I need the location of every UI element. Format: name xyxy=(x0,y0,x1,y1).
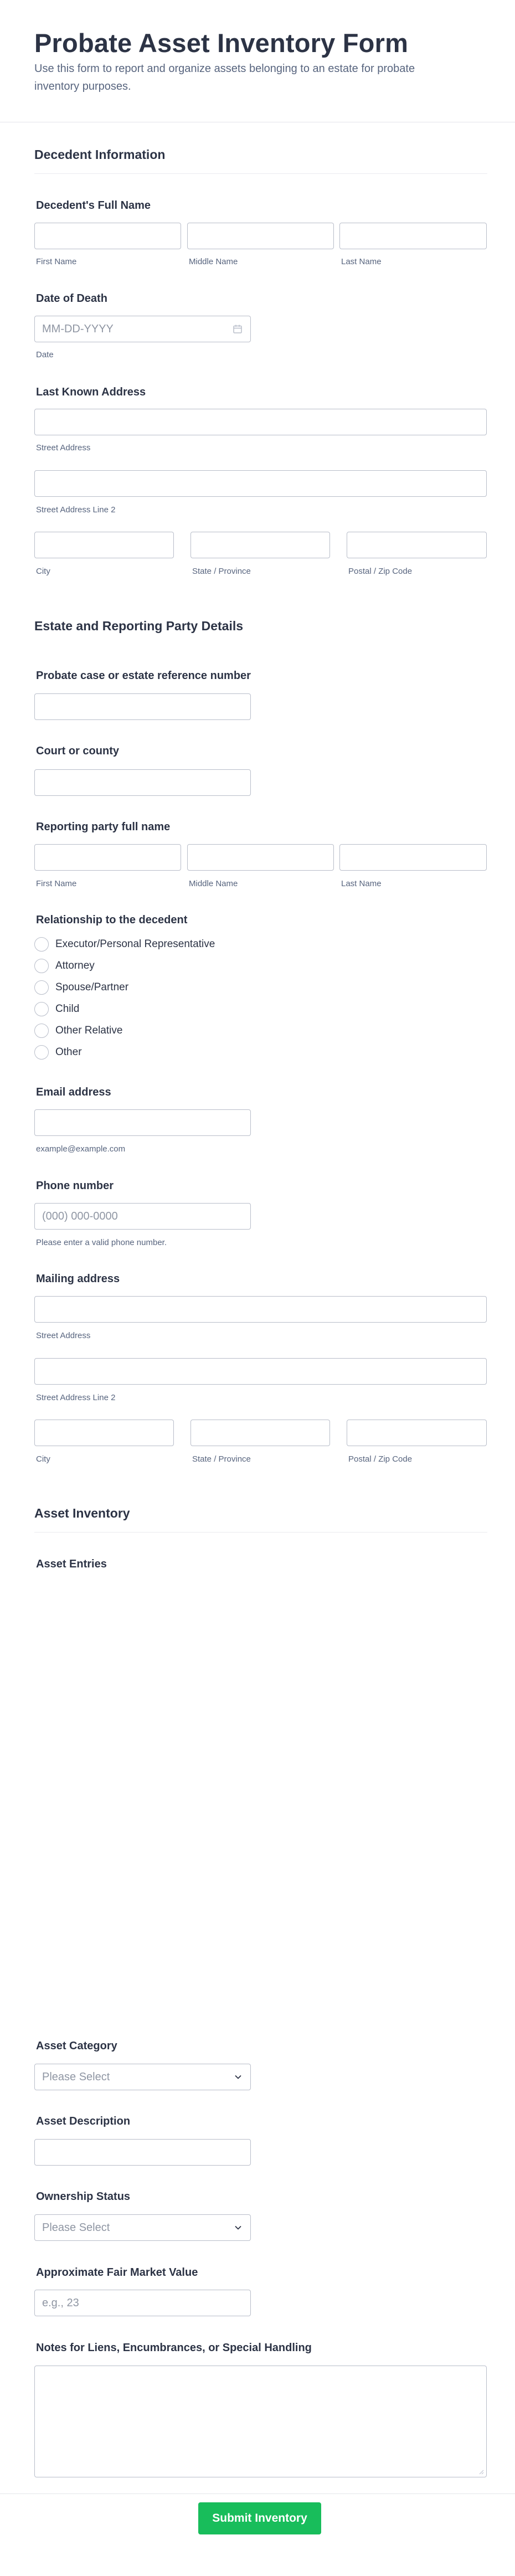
party-first-name-sublabel: First Name xyxy=(36,879,77,888)
mailing-street2-input[interactable] xyxy=(34,1358,487,1385)
radio-label: Attorney xyxy=(55,960,95,971)
market-value-placeholder: e.g., 23 xyxy=(42,2297,79,2309)
zip-sublabel: Postal / Zip Code xyxy=(348,567,413,576)
mailing-state-input[interactable] xyxy=(190,1420,330,1446)
party-middle-name-input[interactable] xyxy=(187,844,334,871)
phone-placeholder: (000) 000-0000 xyxy=(42,1210,118,1222)
phone-sublabel: Please enter a valid phone number. xyxy=(36,1238,167,1247)
decedent-street2-input[interactable] xyxy=(34,470,487,497)
asset-description-input[interactable] xyxy=(34,2139,251,2166)
radio-label: Spouse/Partner xyxy=(55,981,129,993)
asset-category-select[interactable]: Please Select xyxy=(34,2064,251,2090)
case-number-input[interactable] xyxy=(34,693,251,720)
decedent-first-name-input[interactable] xyxy=(34,223,181,249)
form-title: Probate Asset Inventory Form xyxy=(34,28,409,58)
party-middle-name-sublabel: Middle Name xyxy=(189,879,238,888)
street2-sublabel: Street Address Line 2 xyxy=(36,505,116,515)
ownership-status-select[interactable]: Please Select xyxy=(34,2214,251,2241)
asset-entries-area xyxy=(34,1578,487,2022)
decedent-zip-input[interactable] xyxy=(347,532,487,558)
submit-inventory-button[interactable]: Submit Inventory xyxy=(198,2502,321,2534)
date-sublabel: Date xyxy=(36,350,54,359)
state-sublabel: State / Province xyxy=(192,567,251,576)
party-last-name-sublabel: Last Name xyxy=(341,879,382,888)
city-sublabel: City xyxy=(36,567,50,576)
asset-category-value: Please Select xyxy=(42,2071,110,2083)
radio-label: Executor/Personal Representative xyxy=(55,938,215,950)
decedent-street-input[interactable] xyxy=(34,409,487,435)
section-divider xyxy=(34,1532,487,1533)
notes-label: Notes for Liens, Encumbrances, or Specia… xyxy=(36,2342,312,2354)
mailing-zip-sublabel: Postal / Zip Code xyxy=(348,1454,413,1464)
market-value-input[interactable]: e.g., 23 xyxy=(34,2290,251,2316)
mailing-street-input[interactable] xyxy=(34,1296,487,1323)
case-number-label: Probate case or estate reference number xyxy=(36,670,251,682)
section-title-assets: Asset Inventory xyxy=(34,1506,130,1520)
reporting-party-label: Reporting party full name xyxy=(36,821,171,833)
date-of-death-input[interactable]: MM-DD-YYYY xyxy=(34,316,251,342)
decedent-city-input[interactable] xyxy=(34,532,174,558)
phone-input[interactable]: (000) 000-0000 xyxy=(34,1203,251,1230)
asset-category-label: Asset Category xyxy=(36,2040,117,2052)
mailing-street2-sublabel: Street Address Line 2 xyxy=(36,1393,116,1402)
mailing-zip-input[interactable] xyxy=(347,1420,487,1446)
radio-button[interactable] xyxy=(34,980,49,995)
asset-description-label: Asset Description xyxy=(36,2115,131,2127)
radio-button[interactable] xyxy=(34,959,49,973)
radio-label: Child xyxy=(55,1003,80,1015)
email-input[interactable] xyxy=(34,1109,251,1136)
section-title-decedent: Decedent Information xyxy=(34,147,166,162)
middle-name-sublabel: Middle Name xyxy=(189,257,238,266)
radio-button[interactable] xyxy=(34,1045,49,1060)
date-placeholder: MM-DD-YYYY xyxy=(42,323,114,335)
mailing-city-sublabel: City xyxy=(36,1454,50,1464)
calendar-icon[interactable] xyxy=(233,324,243,334)
relationship-label: Relationship to the decedent xyxy=(36,914,188,926)
decedent-state-input[interactable] xyxy=(190,532,330,558)
section-divider xyxy=(34,173,487,174)
chevron-down-icon xyxy=(235,2226,241,2230)
radio-button[interactable] xyxy=(34,1024,49,1038)
ownership-status-value: Please Select xyxy=(42,2222,110,2234)
decedent-middle-name-input[interactable] xyxy=(187,223,334,249)
last-known-address-label: Last Known Address xyxy=(36,386,146,398)
notes-textarea[interactable] xyxy=(34,2366,487,2477)
ownership-status-label: Ownership Status xyxy=(36,2191,131,2203)
street-sublabel: Street Address xyxy=(36,443,91,453)
asset-entries-label: Asset Entries xyxy=(36,1558,107,1570)
decedent-last-name-input[interactable] xyxy=(339,223,487,249)
mailing-city-input[interactable] xyxy=(34,1420,174,1446)
phone-label: Phone number xyxy=(36,1180,114,1192)
decedent-name-label: Decedent's Full Name xyxy=(36,199,151,212)
form-subtitle: Use this form to report and organize ass… xyxy=(34,63,415,92)
radio-label: Other xyxy=(55,1046,82,1058)
date-of-death-label: Date of Death xyxy=(36,292,107,305)
radio-button[interactable] xyxy=(34,937,49,952)
resize-handle-icon[interactable] xyxy=(478,2469,484,2475)
mailing-street-sublabel: Street Address xyxy=(36,1331,91,1340)
last-name-sublabel: Last Name xyxy=(341,257,382,266)
market-value-label: Approximate Fair Market Value xyxy=(36,2266,198,2279)
mailing-state-sublabel: State / Province xyxy=(192,1454,251,1464)
email-sublabel: example@example.com xyxy=(36,1144,126,1154)
first-name-sublabel: First Name xyxy=(36,257,77,266)
court-county-label: Court or county xyxy=(36,745,119,757)
court-county-input[interactable] xyxy=(34,769,251,796)
footer-divider xyxy=(0,2493,515,2494)
section-title-estate: Estate and Reporting Party Details xyxy=(34,619,244,633)
party-first-name-input[interactable] xyxy=(34,844,181,871)
radio-button[interactable] xyxy=(34,1002,49,1016)
mailing-address-label: Mailing address xyxy=(36,1273,120,1285)
radio-label: Other Relative xyxy=(55,1025,123,1036)
email-label: Email address xyxy=(36,1086,111,1098)
party-last-name-input[interactable] xyxy=(339,844,487,871)
chevron-down-icon xyxy=(235,2075,241,2079)
